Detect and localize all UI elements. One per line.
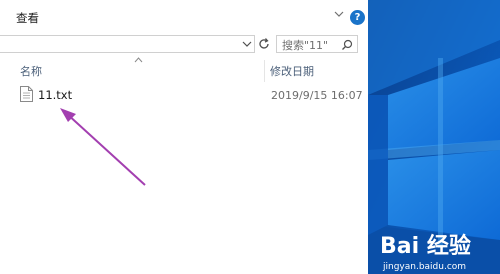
address-input[interactable] — [0, 35, 255, 53]
file-row[interactable]: 11.txt 2019/9/15 16:07 — [0, 86, 368, 106]
column-date-modified[interactable]: 修改日期 — [270, 63, 314, 79]
file-explorer-window: 查看 ? 搜索"11" 名称 修改日期 11.txt 2019/9/15 16:… — [0, 0, 368, 274]
help-icon[interactable]: ? — [350, 10, 365, 25]
address-bar: 搜索"11" — [0, 30, 368, 60]
column-divider[interactable] — [264, 60, 265, 82]
chevron-down-icon[interactable] — [332, 7, 346, 21]
text-file-icon — [20, 86, 33, 102]
watermark-url: jingyan.baidu.com — [383, 262, 467, 272]
watermark-brand: Bai 经验 — [380, 234, 471, 259]
file-date-modified: 2019/9/15 16:07 — [271, 89, 363, 102]
search-input[interactable]: 搜索"11" — [276, 35, 358, 53]
ribbon: 查看 ? — [0, 0, 368, 30]
file-name[interactable]: 11.txt — [38, 88, 72, 102]
column-header: 名称 修改日期 — [0, 57, 368, 82]
baidu-jingyan-logo: Bai 经验 — [380, 228, 471, 260]
refresh-icon[interactable] — [257, 37, 271, 51]
column-name[interactable]: 名称 — [20, 63, 42, 79]
sort-up-icon — [134, 57, 143, 63]
tab-view[interactable]: 查看 — [16, 10, 39, 26]
chevron-down-icon[interactable] — [241, 38, 253, 50]
search-icon[interactable] — [341, 39, 353, 51]
search-placeholder: 搜索"11" — [282, 39, 329, 52]
